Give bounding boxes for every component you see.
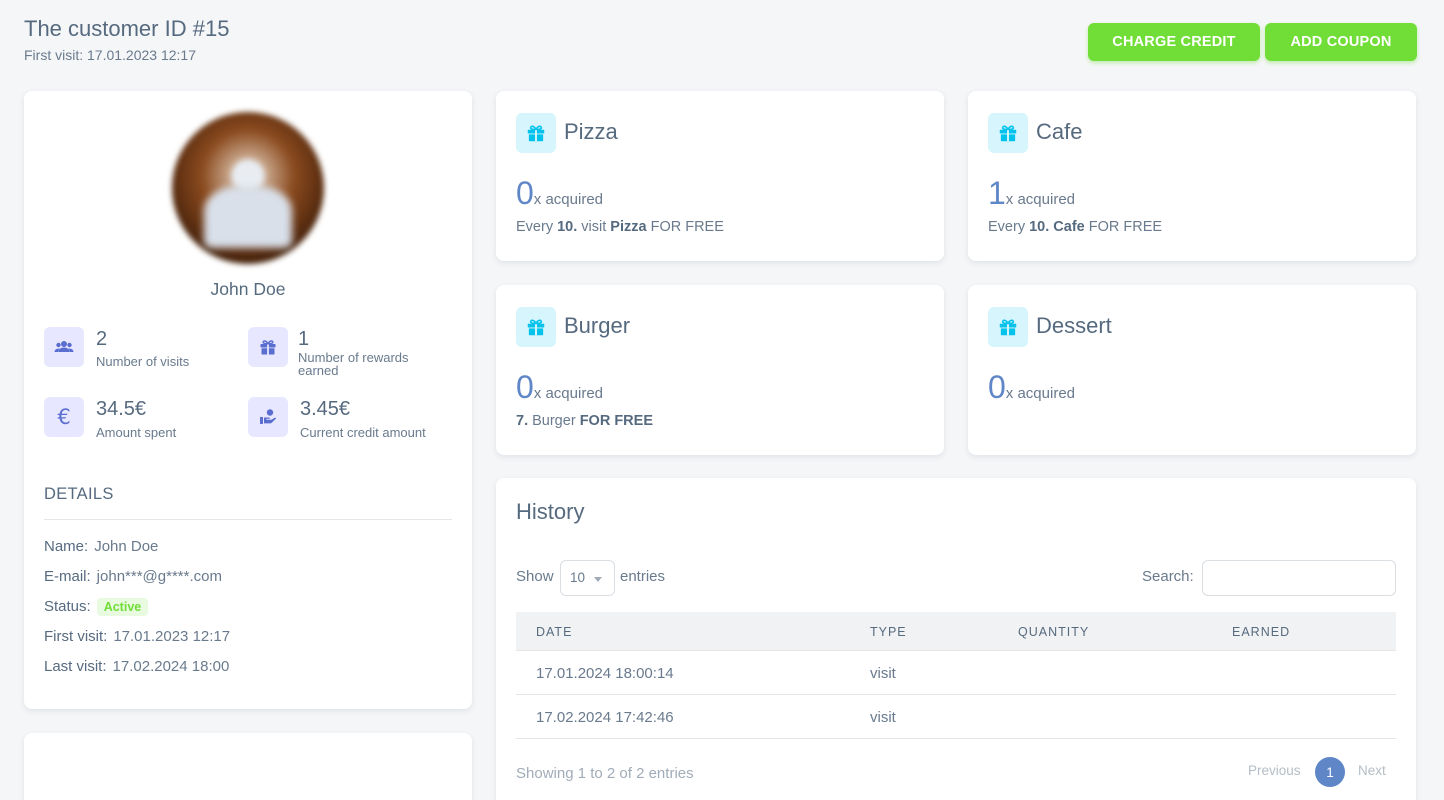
cell-date: 17.02.2024 17:42:46 bbox=[536, 709, 674, 726]
amount-spent-label: Amount spent bbox=[96, 425, 177, 440]
cell-type: visit bbox=[870, 665, 896, 682]
avatar-figure bbox=[204, 186, 292, 248]
desc-part: Burger bbox=[528, 413, 580, 429]
details-divider bbox=[44, 519, 452, 520]
reward-title: Burger bbox=[564, 313, 631, 338]
gift-icon bbox=[516, 113, 556, 153]
search-input[interactable] bbox=[1202, 560, 1396, 596]
detail-name-value: John Doe bbox=[94, 538, 159, 555]
desc-bold: FOR FREE bbox=[579, 413, 653, 429]
reward-card-burger: Burger 0x acquired 7. Burger FOR FREE bbox=[496, 285, 944, 455]
detail-email-key: E-mail: bbox=[44, 568, 91, 585]
desc-bold: 10. Cafe bbox=[1029, 219, 1085, 235]
desc-part: Every bbox=[988, 219, 1030, 235]
desc-part: Every bbox=[516, 219, 558, 235]
rewards-label: Number of rewards earned bbox=[298, 350, 409, 378]
page-subtitle: First visit: 17.01.2023 12:17 bbox=[24, 47, 196, 63]
reward-count-number: 0 bbox=[516, 369, 534, 405]
charge-credit-button[interactable]: CHARGE CREDIT bbox=[1088, 23, 1260, 61]
detail-email: E-mail: john***@g****.com bbox=[44, 568, 222, 585]
column-header-type[interactable]: TYPE bbox=[870, 625, 907, 639]
reward-count: 1x acquired bbox=[988, 175, 1075, 212]
rewards-count: 1 bbox=[298, 328, 310, 350]
column-header-earned[interactable]: EARNED bbox=[1232, 625, 1290, 639]
reward-title: Dessert bbox=[1036, 313, 1112, 338]
pagination-next[interactable]: Next bbox=[1358, 763, 1386, 778]
profile-name: John Doe bbox=[210, 279, 286, 299]
desc-part: FOR FREE bbox=[1084, 219, 1163, 235]
desc-bold: Pizza bbox=[610, 219, 647, 235]
detail-first-key: First visit: bbox=[44, 628, 108, 645]
chevron-down-icon bbox=[594, 577, 602, 582]
euro-icon: € bbox=[44, 397, 84, 437]
reward-title: Pizza bbox=[564, 119, 618, 144]
hand-coin-icon bbox=[248, 397, 288, 437]
reward-count: 0x acquired bbox=[988, 369, 1075, 406]
cell-date: 17.01.2024 18:00:14 bbox=[536, 665, 674, 682]
current-credit-label: Current credit amount bbox=[300, 425, 426, 440]
reward-count: 0x acquired bbox=[516, 369, 603, 406]
history-title: History bbox=[516, 499, 585, 524]
table-header: DATE TYPE QUANTITY EARNED bbox=[516, 612, 1396, 651]
desc-part: FOR FREE bbox=[646, 219, 724, 235]
reward-card-pizza: Pizza 0x acquired Every 10. visit Pizza … bbox=[496, 91, 944, 261]
reward-count-suffix: x acquired bbox=[533, 191, 604, 208]
gift-icon bbox=[988, 307, 1028, 347]
visits-count: 2 bbox=[96, 328, 108, 350]
secondary-card bbox=[24, 733, 472, 800]
gift-icon bbox=[248, 327, 288, 367]
table-row: 17.02.2024 17:42:46 visit bbox=[516, 695, 1396, 739]
reward-count-suffix: x acquired bbox=[533, 385, 604, 402]
users-icon bbox=[44, 327, 84, 367]
page-length-value: 10 bbox=[570, 570, 586, 585]
page-title: The customer ID #15 bbox=[24, 16, 230, 41]
add-coupon-button[interactable]: ADD COUPON bbox=[1265, 23, 1417, 61]
reward-card-dessert: Dessert 0x acquired bbox=[968, 285, 1416, 455]
cell-type: visit bbox=[870, 709, 896, 726]
reward-description: 7. Burger FOR FREE bbox=[516, 413, 653, 429]
detail-last-value: 17.02.2024 18:00 bbox=[112, 658, 230, 675]
reward-count-suffix: x acquired bbox=[1005, 385, 1076, 402]
reward-count-number: 0 bbox=[516, 175, 534, 211]
history-card: History Show 10 entries Search: DATE TYP… bbox=[496, 478, 1416, 800]
detail-email-value: john***@g****.com bbox=[96, 568, 222, 585]
detail-last-key: Last visit: bbox=[44, 658, 107, 675]
desc-part: visit bbox=[577, 219, 611, 235]
desc-bold: 7. bbox=[516, 413, 529, 429]
status-badge: Active bbox=[96, 598, 149, 616]
detail-status: Status: Active bbox=[44, 598, 149, 616]
table-info: Showing 1 to 2 of 2 entries bbox=[516, 765, 694, 782]
detail-last-visit: Last visit: 17.02.2024 18:00 bbox=[44, 658, 229, 675]
table-row: 17.01.2024 18:00:14 visit bbox=[516, 651, 1396, 695]
reward-count-suffix: x acquired bbox=[1005, 191, 1076, 208]
gift-icon bbox=[516, 307, 556, 347]
show-label: Show bbox=[516, 568, 554, 585]
entries-label: entries bbox=[620, 568, 666, 585]
reward-count-number: 0 bbox=[988, 369, 1006, 405]
search-label: Search: bbox=[1142, 568, 1194, 585]
reward-card-cafe: Cafe 1x acquired Every 10. Cafe FOR FREE bbox=[968, 91, 1416, 261]
page-length-select[interactable]: 10 bbox=[560, 560, 615, 596]
amount-spent: 34.5€ bbox=[96, 398, 147, 420]
column-header-quantity[interactable]: QUANTITY bbox=[1018, 625, 1089, 639]
visits-label: Number of visits bbox=[96, 354, 190, 369]
reward-description: Every 10. Cafe FOR FREE bbox=[988, 219, 1162, 235]
reward-count: 0x acquired bbox=[516, 175, 603, 212]
pagination-page-1[interactable]: 1 bbox=[1315, 757, 1345, 787]
detail-status-key: Status: bbox=[44, 598, 91, 615]
detail-first-visit: First visit: 17.01.2023 12:17 bbox=[44, 628, 230, 645]
reward-count-number: 1 bbox=[988, 175, 1006, 211]
pagination-previous[interactable]: Previous bbox=[1248, 763, 1301, 778]
gift-icon bbox=[988, 113, 1028, 153]
details-heading: DETAILS bbox=[44, 485, 114, 503]
detail-name-key: Name: bbox=[44, 538, 89, 555]
desc-bold: 10. bbox=[557, 219, 578, 235]
detail-first-value: 17.01.2023 12:17 bbox=[113, 628, 231, 645]
reward-description: Every 10. visit Pizza FOR FREE bbox=[516, 219, 724, 235]
detail-name: Name: John Doe bbox=[44, 538, 158, 555]
current-credit: 3.45€ bbox=[300, 398, 351, 420]
column-header-date[interactable]: DATE bbox=[536, 625, 572, 639]
reward-title: Cafe bbox=[1036, 119, 1083, 144]
